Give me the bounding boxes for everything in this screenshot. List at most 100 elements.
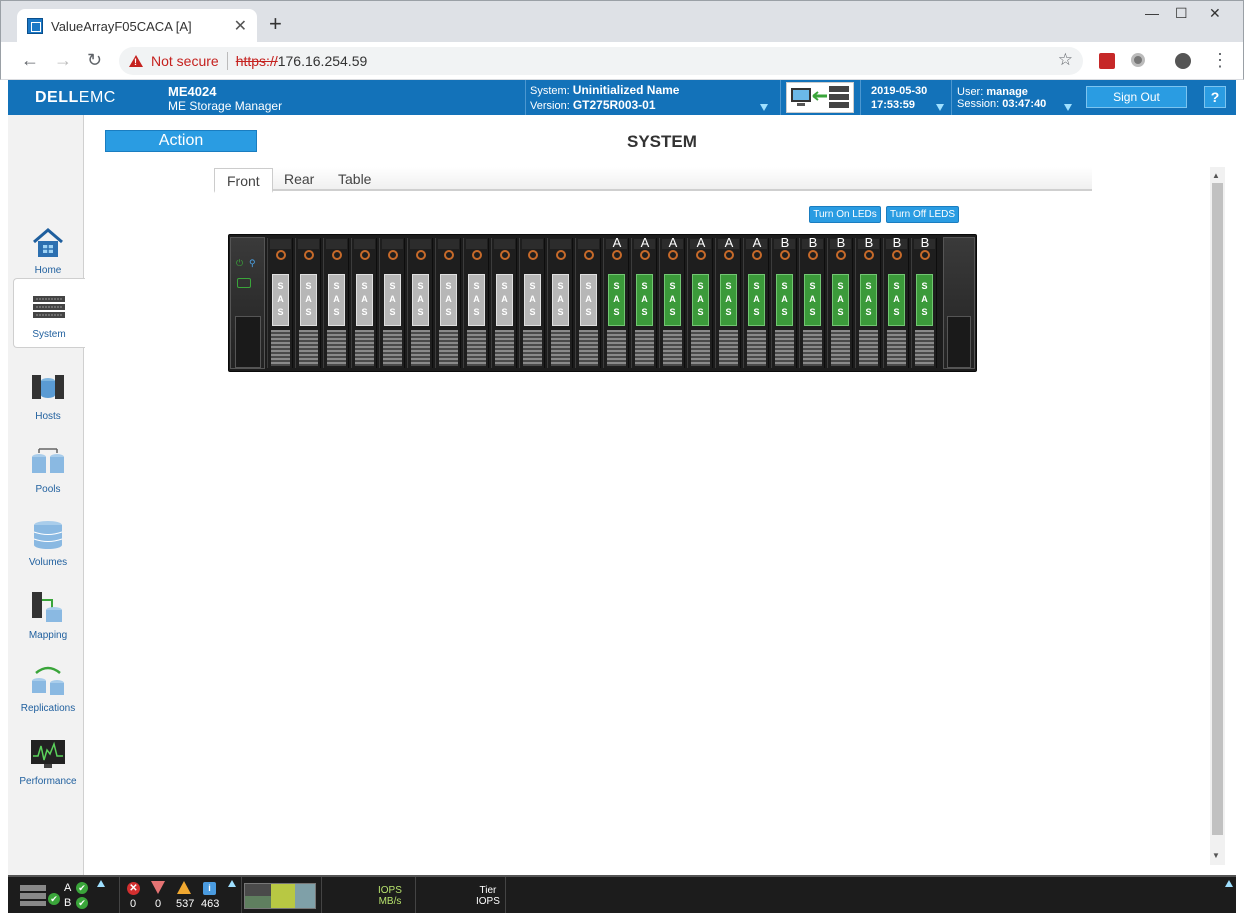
window-close-icon[interactable]: ✕	[1209, 5, 1221, 22]
sidebar-item-home[interactable]: Home	[13, 215, 83, 285]
user-session-info[interactable]: User: manage Session: 03:47:40	[957, 86, 1046, 110]
id-led-icon: ⚲	[249, 258, 256, 268]
security-label[interactable]: Not secure	[151, 53, 219, 69]
drive-grill	[691, 330, 710, 366]
drive-bay[interactable]: SAS	[323, 238, 349, 368]
tab-close-icon[interactable]: ✕	[234, 16, 247, 36]
drive-bay[interactable]: SAS	[351, 238, 377, 368]
address-bar[interactable]: ! Not secure https:// 176.16.254.59 ☆	[119, 47, 1083, 75]
date-time[interactable]: 2019-05-30 17:53:59	[871, 84, 927, 112]
sidebar-item-hosts[interactable]: Hosts	[13, 361, 83, 431]
maximize-icon[interactable]: ☐	[1175, 5, 1188, 22]
enclosure-left-ear: ⏻ ⚲	[230, 237, 265, 369]
drive-bay[interactable]: SAS	[267, 238, 293, 368]
bookmark-star-icon[interactable]: ☆	[1058, 50, 1073, 70]
drive-bay[interactable]: A SAS	[631, 236, 657, 368]
current-date: 2019-05-30	[871, 85, 928, 97]
drive-bay[interactable]: A SAS	[687, 235, 713, 368]
drive-bay[interactable]: B SAS	[799, 236, 825, 368]
scroll-up-arrow-icon[interactable]: ▲	[1212, 171, 1220, 180]
drive-owner-label: A	[696, 235, 706, 250]
tier-panel[interactable]: Tier IOPS	[416, 877, 506, 913]
drive-bay[interactable]: B SAS	[911, 236, 937, 368]
sidebar-item-mapping[interactable]: Mapping	[13, 580, 83, 650]
drive-bay[interactable]: A SAS	[659, 236, 685, 368]
forward-arrow-icon[interactable]: →	[54, 50, 72, 70]
main-content: Action SYSTEM Front Rear Table Turn On L…	[90, 115, 1236, 875]
drive-bay[interactable]: SAS	[379, 238, 405, 368]
tab-rear[interactable]: Rear	[272, 167, 326, 191]
right-handle	[947, 316, 971, 368]
turn-off-leds-button[interactable]: Turn Off LEDS	[886, 206, 959, 223]
volumes-icon	[33, 521, 63, 549]
scrollbar-thumb[interactable]	[1212, 183, 1223, 835]
sidebar-item-performance[interactable]: Performance	[13, 726, 83, 796]
capacity-panel[interactable]	[242, 877, 322, 913]
footer-expand-arrow-icon[interactable]	[1225, 880, 1233, 887]
host-connection-icon[interactable]	[786, 82, 854, 113]
drive-bay[interactable]: SAS	[463, 238, 489, 368]
tab-front[interactable]: Front	[214, 168, 273, 193]
drive-bay[interactable]: B SAS	[771, 236, 797, 368]
scroll-down-arrow-icon[interactable]: ▼	[1212, 851, 1220, 860]
browser-menu-icon[interactable]: ⋮	[1211, 50, 1229, 70]
drive-bay[interactable]: A SAS	[715, 236, 741, 368]
turn-on-leds-button[interactable]: Turn On LEDs	[809, 206, 881, 223]
drive-type-label: SAS	[580, 274, 597, 326]
reload-icon[interactable]: ↻	[87, 50, 102, 70]
drive-bay[interactable]: SAS	[435, 238, 461, 368]
error-event-icon	[151, 881, 165, 894]
system-info[interactable]: System: Uninitialized Name Version: GT27…	[530, 83, 679, 113]
performance-panel[interactable]: IOPS MB/s	[322, 877, 416, 913]
profile-avatar-icon[interactable]	[1175, 53, 1191, 69]
sidebar-item-replications[interactable]: Replications	[13, 653, 83, 723]
drive-owner-label: B	[892, 235, 902, 250]
sign-out-button[interactable]: Sign Out	[1086, 86, 1187, 108]
tab-table[interactable]: Table	[326, 167, 383, 191]
drive-bay[interactable]: B SAS	[827, 236, 853, 368]
drive-release-latch-icon	[920, 250, 930, 260]
action-button[interactable]: Action	[105, 130, 257, 152]
firmware-version: GT275R003-01	[572, 98, 656, 112]
drive-bay[interactable]: B SAS	[883, 235, 909, 368]
current-time: 17:53:59	[871, 99, 916, 111]
help-button[interactable]: ?	[1204, 86, 1226, 108]
drive-bay[interactable]: SAS	[575, 238, 601, 368]
datetime-expand-arrow-icon[interactable]	[936, 104, 944, 111]
drive-bay[interactable]: SAS	[407, 238, 433, 368]
drive-bay-top	[578, 239, 599, 249]
extension-circle-icon[interactable]	[1131, 53, 1145, 67]
drive-release-latch-icon	[584, 250, 594, 260]
sidebar-item-volumes[interactable]: Volumes	[13, 507, 83, 577]
drive-bay[interactable]: A SAS	[603, 235, 629, 368]
drive-bay-top	[438, 239, 459, 249]
controller-status-panel[interactable]: ✔ A ✔ B ✔	[8, 877, 120, 913]
drive-bay[interactable]: B SAS	[855, 236, 881, 368]
drive-bay[interactable]: SAS	[519, 238, 545, 368]
sidebar-item-system[interactable]: System	[13, 278, 85, 348]
enclosure-icon	[20, 885, 46, 906]
drive-bay[interactable]: SAS	[547, 238, 573, 368]
pdf-extension-icon[interactable]	[1099, 53, 1115, 69]
new-tab-button[interactable]: +	[269, 13, 282, 35]
drive-owner-label: A	[612, 235, 622, 250]
drive-type-label: SAS	[888, 274, 905, 326]
events-expand-arrow-icon[interactable]	[228, 880, 236, 887]
drive-bay[interactable]: SAS	[295, 238, 321, 368]
event-counts-panel[interactable]: ✕ 0 0 537 i 463	[120, 877, 242, 913]
user-expand-arrow-icon[interactable]	[1064, 104, 1072, 111]
drive-bay[interactable]: A SAS	[743, 236, 769, 368]
system-expand-arrow-icon[interactable]	[760, 104, 768, 111]
enclosure-front-view[interactable]: ⏻ ⚲ SAS SAS SAS SAS SAS SAS SAS SAS SAS SAS SAS SAS…	[228, 234, 977, 372]
drive-release-latch-icon	[808, 250, 818, 260]
hosts-icon	[32, 375, 64, 399]
back-arrow-icon[interactable]: ←	[21, 50, 39, 70]
drive-release-latch-icon	[780, 250, 790, 260]
minimize-icon[interactable]: —	[1145, 5, 1159, 21]
browser-tab[interactable]: ValueArrayF05CACA [A] ✕	[17, 9, 257, 43]
power-led-icon: ⏻	[236, 258, 244, 268]
view-tabs: Front Rear Table	[214, 167, 1092, 193]
controller-expand-arrow-icon[interactable]	[97, 880, 105, 887]
sidebar-item-pools[interactable]: Pools	[13, 434, 83, 504]
drive-bay[interactable]: SAS	[491, 238, 517, 368]
